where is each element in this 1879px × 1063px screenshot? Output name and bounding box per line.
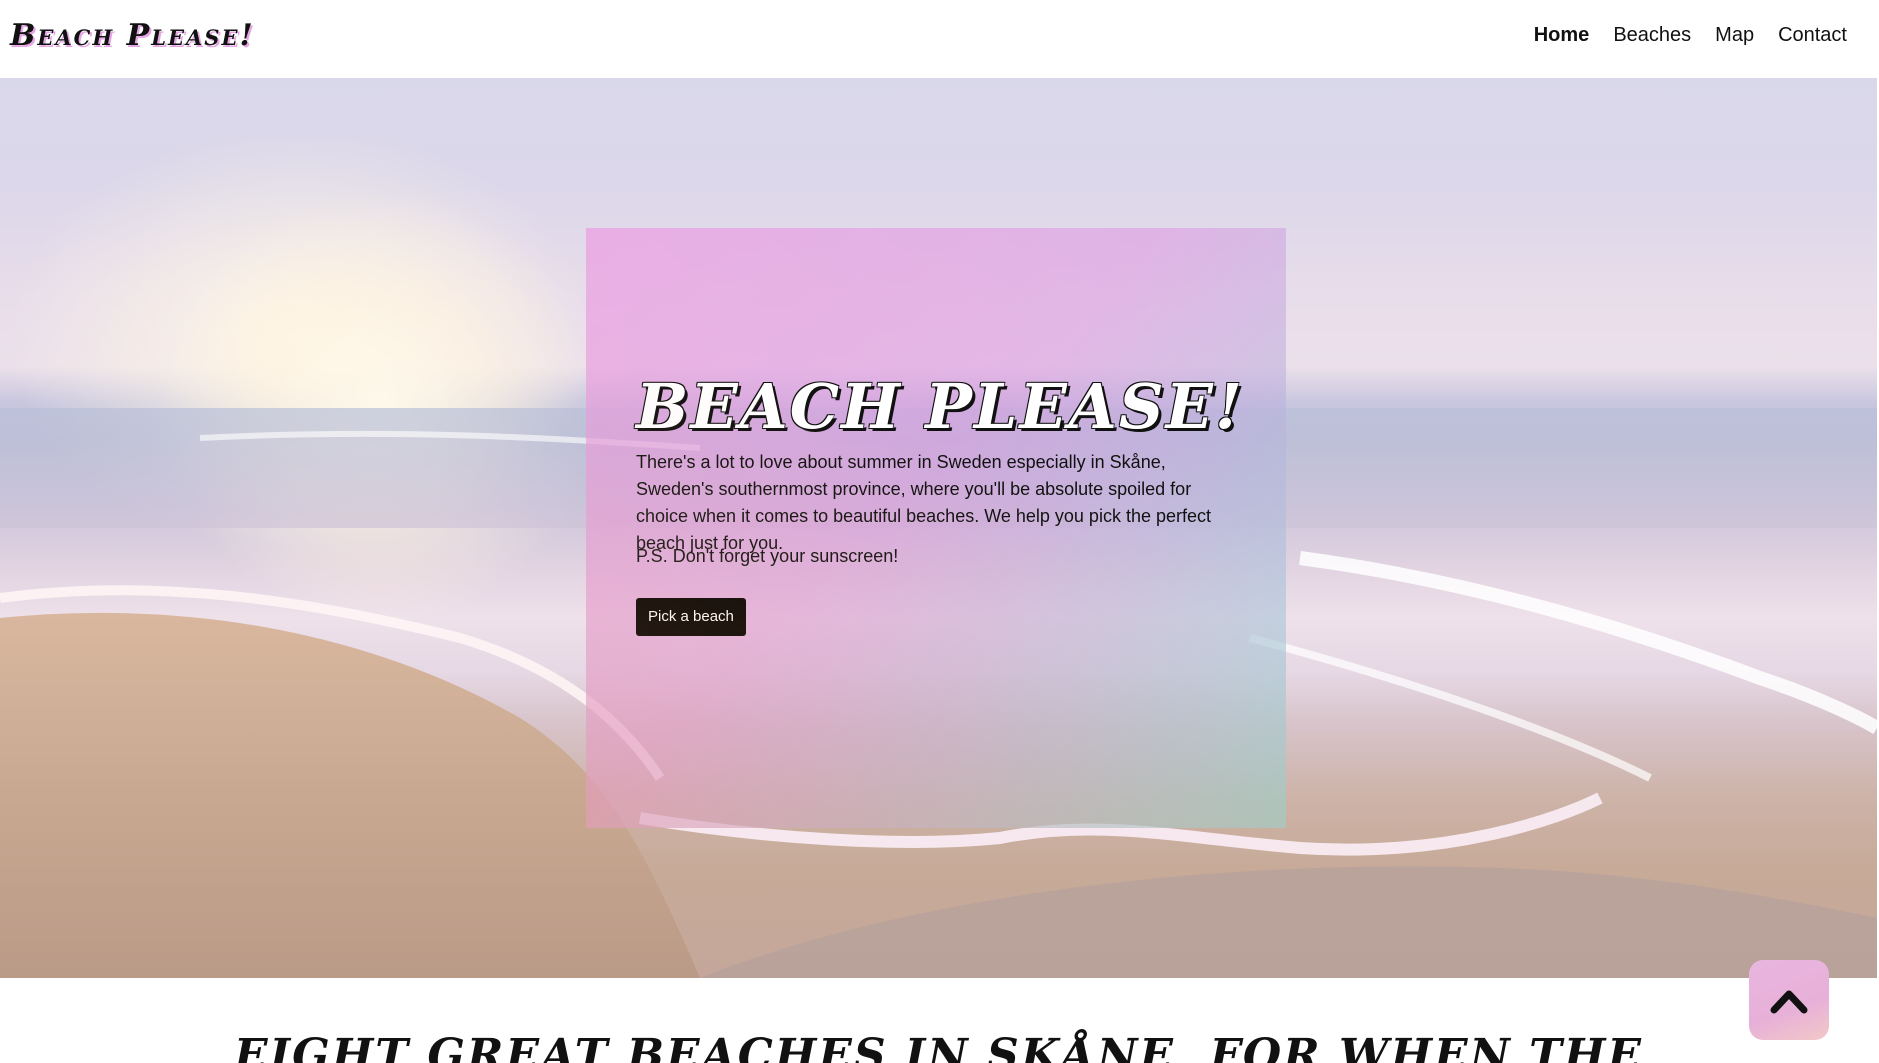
section-title: Eight great beaches in Skåne, for when t… (234, 1030, 1643, 1063)
page: Beach Please! Home Beaches Map Contact B… (0, 0, 1879, 1063)
brand-logo[interactable]: Beach Please! (10, 18, 255, 53)
nav-link-home[interactable]: Home (1534, 24, 1590, 47)
hero-section: Beach Please! There's a lot to love abou… (0, 78, 1877, 978)
nav-link-map[interactable]: Map (1715, 24, 1754, 47)
hero-description: There's a lot to love about summer in Sw… (636, 452, 1211, 553)
back-to-top-button[interactable] (1749, 960, 1829, 1040)
nav-link-contact[interactable]: Contact (1778, 24, 1847, 47)
pick-a-beach-button[interactable]: Pick a beach (636, 598, 746, 636)
site-header: Beach Please! Home Beaches Map Contact (0, 0, 1879, 78)
hero-title: Beach Please! (636, 370, 1245, 443)
main-nav: Home Beaches Map Contact (1534, 24, 1847, 47)
hero-ps-note: P.S. Don't forget your sunscreen! (636, 546, 899, 566)
hero-card: Beach Please! There's a lot to love abou… (586, 228, 1286, 828)
nav-link-beaches[interactable]: Beaches (1613, 24, 1691, 47)
chevron-up-icon (1770, 990, 1808, 1014)
